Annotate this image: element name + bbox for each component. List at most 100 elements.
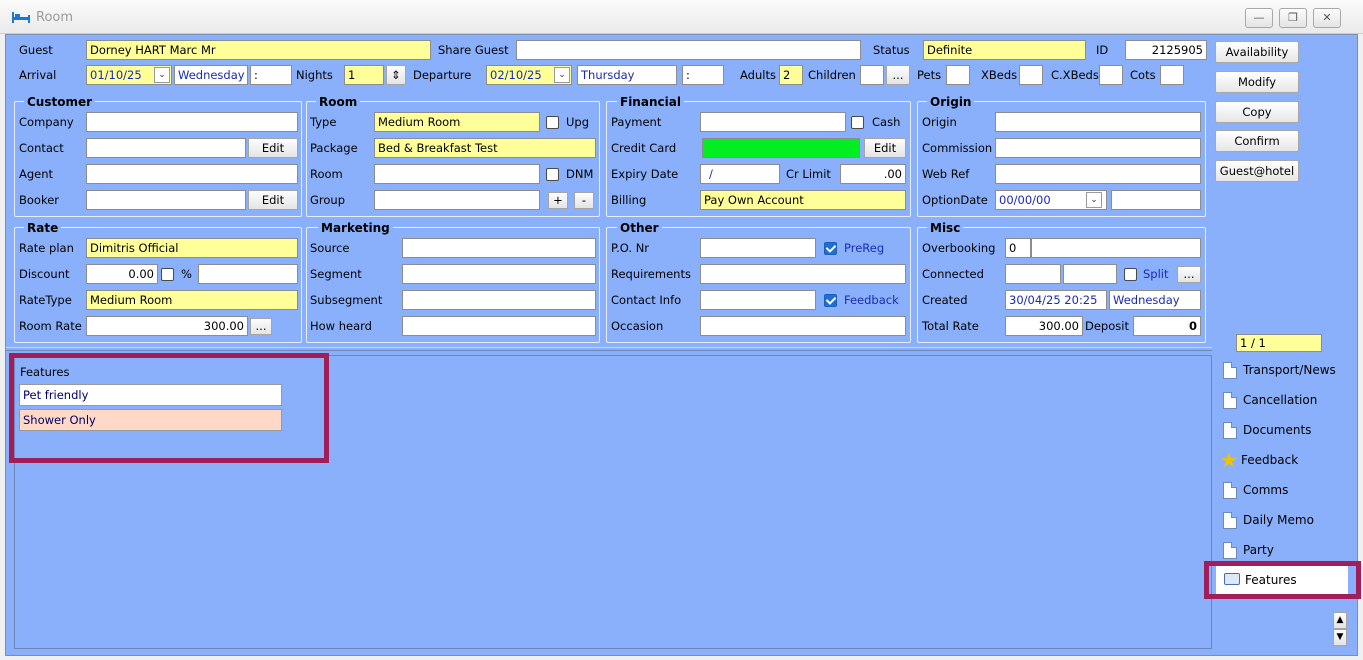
created-label: Created <box>922 293 968 307</box>
tab-feedback[interactable]: ★ Feedback <box>1216 446 1348 474</box>
overbooking-field[interactable]: 0 <box>1005 238 1031 258</box>
maximize-button[interactable]: ❐ <box>1279 8 1307 28</box>
overbooking-extra-field[interactable] <box>1031 238 1201 258</box>
arrival-date-dropdown[interactable]: ⌄ <box>154 67 170 83</box>
cots-field[interactable] <box>1160 65 1184 85</box>
cxbeds-label: C.XBeds <box>1051 68 1099 82</box>
package-field[interactable]: Bed & Breakfast Test <box>374 138 596 158</box>
minimize-button[interactable]: — <box>1245 8 1273 28</box>
availability-button[interactable]: Availability <box>1215 41 1299 63</box>
prereg-checkbox[interactable] <box>824 242 837 255</box>
po-nr-field[interactable] <box>700 238 816 258</box>
pets-field[interactable] <box>946 65 970 85</box>
web-ref-field[interactable] <box>995 164 1201 184</box>
nights-spinner[interactable]: ⇕ <box>386 65 406 85</box>
connected-field-b[interactable] <box>1063 264 1117 284</box>
children-field[interactable] <box>860 65 884 85</box>
origin-label: Origin <box>922 115 957 129</box>
occasion-field[interactable] <box>700 316 906 336</box>
room-rate-field[interactable]: 300.00 <box>86 316 248 336</box>
requirements-field[interactable] <box>700 264 906 284</box>
group-remove-button[interactable]: - <box>574 192 594 209</box>
origin-field[interactable] <box>995 112 1201 132</box>
departure-date-dropdown[interactable]: ⌄ <box>554 67 570 83</box>
connected-field-a[interactable] <box>1005 264 1061 284</box>
booker-field[interactable] <box>86 190 246 210</box>
dnm-checkbox[interactable] <box>546 168 559 181</box>
group-add-button[interactable]: + <box>548 192 568 209</box>
tab-party[interactable]: Party <box>1216 536 1348 564</box>
modify-button[interactable]: Modify <box>1215 71 1299 93</box>
connected-more-button[interactable]: ... <box>1177 266 1201 283</box>
xbeds-field[interactable] <box>1019 65 1043 85</box>
copy-button[interactable]: Copy <box>1215 101 1299 123</box>
option-date-dropdown[interactable]: ⌄ <box>1086 192 1102 208</box>
xbeds-label: XBeds <box>981 68 1018 82</box>
agent-field[interactable] <box>86 164 298 184</box>
share-guest-field[interactable] <box>516 40 861 60</box>
credit-card-field[interactable] <box>702 138 860 158</box>
subsegment-field[interactable] <box>402 290 596 310</box>
split-checkbox[interactable] <box>1124 268 1137 281</box>
discount-percent-checkbox[interactable] <box>161 268 174 281</box>
company-field[interactable] <box>86 112 298 132</box>
group-field[interactable] <box>374 190 540 210</box>
confirm-button[interactable]: Confirm <box>1215 130 1299 152</box>
adults-field[interactable]: 2 <box>779 65 803 85</box>
commission-field[interactable] <box>995 138 1201 158</box>
feedback-checkbox[interactable] <box>824 294 837 307</box>
company-label: Company <box>19 115 74 129</box>
contact-info-field[interactable] <box>700 290 816 310</box>
discount-extra-field[interactable] <box>198 264 298 284</box>
splitter-handle[interactable] <box>6 347 1212 351</box>
nights-field[interactable]: 1 <box>344 65 384 85</box>
tab-transport-news[interactable]: Transport/News <box>1216 356 1348 384</box>
cash-checkbox[interactable] <box>851 116 864 129</box>
booker-edit-button[interactable]: Edit <box>248 190 298 210</box>
credit-card-label: Credit Card <box>611 141 677 155</box>
contact-field[interactable] <box>86 138 246 158</box>
cxbeds-field[interactable] <box>1099 65 1123 85</box>
features-tab-highlight-frame <box>1204 561 1361 599</box>
payment-label: Payment <box>611 115 662 129</box>
close-button[interactable]: ✕ <box>1313 8 1341 28</box>
guest-at-hotel-button[interactable]: Guest@hotel <box>1215 160 1299 182</box>
credit-card-edit-button[interactable]: Edit <box>864 138 906 158</box>
scroll-up-button[interactable]: ▲ <box>1333 612 1347 629</box>
payment-field[interactable] <box>700 112 846 132</box>
rate-plan-label: Rate plan <box>19 241 74 255</box>
triangle-up-icon: ▲ <box>1336 615 1344 625</box>
how-heard-label: How heard <box>310 319 372 333</box>
status-field[interactable]: Definite <box>923 40 1086 60</box>
rate-type-field[interactable]: Medium Room <box>86 290 298 310</box>
cr-limit-field[interactable]: .00 <box>840 164 906 184</box>
scroll-down-button[interactable]: ▼ <box>1333 629 1347 646</box>
billing-field[interactable]: Pay Own Account <box>700 190 906 210</box>
guest-field[interactable]: Dorney HART Marc Mr <box>86 40 431 60</box>
room-rate-more-button[interactable]: ... <box>250 318 272 335</box>
expiry-date-field[interactable]: / <box>700 164 780 184</box>
option-date-extra-field[interactable] <box>1111 190 1201 210</box>
group-label: Group <box>310 193 346 207</box>
features-highlight-frame <box>9 353 329 463</box>
room-number-field[interactable] <box>374 164 540 184</box>
how-heard-field[interactable] <box>402 316 596 336</box>
segment-field[interactable] <box>402 264 596 284</box>
tab-comms[interactable]: Comms <box>1216 476 1348 504</box>
upg-checkbox[interactable] <box>546 116 559 129</box>
rate-plan-field[interactable]: Dimitris Official <box>86 238 298 258</box>
tab-documents[interactable]: Documents <box>1216 416 1348 444</box>
contact-edit-button[interactable]: Edit <box>248 138 298 158</box>
tab-cancellation[interactable]: Cancellation <box>1216 386 1348 414</box>
source-field[interactable] <box>402 238 596 258</box>
total-rate-field: 300.00 <box>1005 316 1083 336</box>
children-more-button[interactable]: ... <box>886 65 910 85</box>
tab-daily-memo[interactable]: Daily Memo <box>1216 506 1348 534</box>
room-type-field[interactable]: Medium Room <box>374 112 540 132</box>
document-icon <box>1223 512 1237 529</box>
overbooking-label: Overbooking <box>922 241 996 255</box>
departure-time-field[interactable]: : <box>682 65 724 85</box>
discount-field[interactable]: 0.00 <box>86 264 158 284</box>
arrival-time-field[interactable]: : <box>250 65 292 85</box>
package-label: Package <box>310 141 358 155</box>
